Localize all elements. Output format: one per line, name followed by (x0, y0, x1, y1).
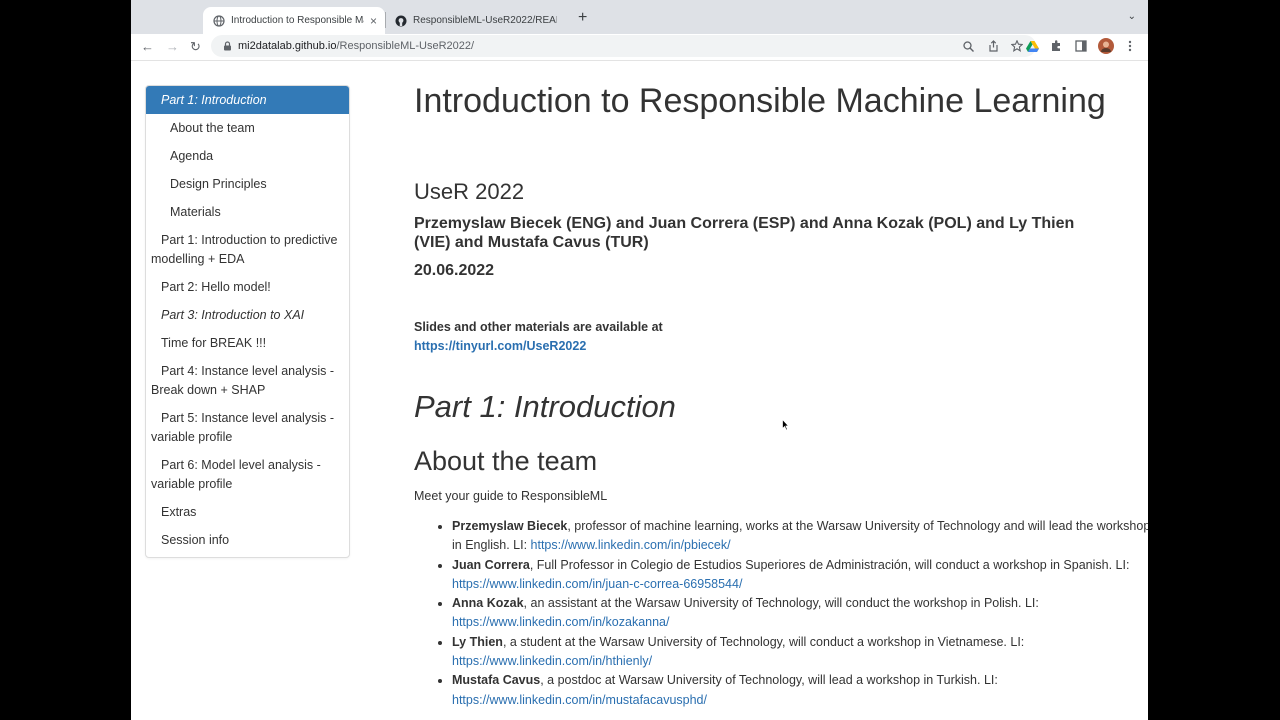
linkedin-link[interactable]: https://www.linkedin.com/in/hthienly/ (452, 654, 652, 668)
team-list: Przemyslaw Biecek, professor of machine … (414, 517, 1148, 710)
mouse-cursor-icon (782, 419, 789, 431)
github-icon (395, 15, 407, 26)
menu-icon[interactable] (1128, 40, 1132, 52)
page: Part 1: Introduction About the team Agen… (131, 61, 1148, 720)
toc-item[interactable]: Agenda (146, 142, 349, 170)
slides-link[interactable]: https://tinyurl.com/UseR2022 (414, 339, 586, 353)
url-path: /ResponsibleML-UseR2022/ (336, 40, 475, 52)
toc-item[interactable]: Design Principles (146, 170, 349, 198)
tab-strip: Introduction to Responsible Machine Lear… (131, 0, 1148, 34)
tab-active[interactable]: Introduction to Responsible Machine Lear… (203, 7, 385, 34)
member-name: Przemyslaw Biecek (452, 519, 568, 533)
url-host: mi2datalab.github.io (238, 40, 337, 52)
new-tab-button[interactable]: + (578, 9, 587, 27)
reload-icon[interactable]: ↻ (190, 38, 201, 56)
forward-icon[interactable]: → (166, 38, 179, 56)
extensions-icon[interactable] (1050, 40, 1062, 52)
list-item: Anna Kozak, an assistant at the Warsaw U… (452, 594, 1148, 633)
slides-note: Slides and other materials are available… (414, 318, 663, 356)
list-item: Przemyslaw Biecek, professor of machine … (452, 517, 1148, 556)
member-desc: , an assistant at the Warsaw University … (523, 596, 1039, 611)
member-desc: , a student at the Warsaw University of … (502, 634, 1025, 649)
toc-item[interactable]: Materials (146, 198, 349, 226)
star-icon[interactable] (1011, 40, 1023, 52)
table-of-contents: Part 1: Introduction About the team Agen… (145, 85, 350, 558)
toc-item[interactable]: Part 6: Model level analysis - variable … (146, 451, 349, 498)
tab-title: ResponsibleML-UseR2022/README.md (413, 15, 557, 26)
list-item: Mustafa Cavus, a postdoc at Warsaw Unive… (452, 671, 1148, 710)
member-name: Ly Thien (452, 634, 503, 649)
member-desc: , Full Professor in Colegio de Estudios … (529, 557, 1130, 572)
date: 20.06.2022 (414, 262, 495, 279)
toc-item[interactable]: Session info (146, 526, 349, 554)
tab-title: Introduction to Responsible Machine Lear… (231, 15, 364, 26)
close-icon[interactable]: × (370, 14, 377, 28)
list-item: Ly Thien, a student at the Warsaw Univer… (452, 633, 1148, 672)
back-icon[interactable]: ← (141, 38, 154, 56)
toc-item[interactable]: Part 1: Introduction (146, 86, 349, 114)
member-name: Mustafa Cavus (452, 673, 541, 688)
page-title: Introduction to Responsible Machine Lear… (414, 82, 1106, 120)
lock-icon (224, 41, 231, 51)
share-icon[interactable] (988, 40, 999, 52)
list-item: Juan Correra, Full Professor in Colegio … (452, 556, 1148, 595)
member-name: Anna Kozak (452, 596, 524, 611)
slides-text: Slides and other materials are available… (414, 320, 663, 334)
toc-item[interactable]: About the team (146, 114, 349, 142)
chevron-down-icon[interactable]: ⌄ (1128, 11, 1136, 22)
address-bar[interactable]: mi2datalab.github.io/ResponsibleML-UseR2… (211, 35, 1036, 57)
toc-item[interactable]: Part 5: Instance level analysis - variab… (146, 404, 349, 451)
subtitle: UseR 2022 (414, 179, 525, 204)
member-desc: , a postdoc at Warsaw University of Tech… (540, 673, 998, 688)
intro-text: Meet your guide to ResponsibleML (414, 489, 608, 503)
linkedin-link[interactable]: https://www.linkedin.com/in/kozakanna/ (452, 615, 669, 629)
toolbar: ← → ↻ mi2datalab.github.io/ResponsibleML… (131, 34, 1148, 61)
zoom-icon[interactable] (963, 41, 974, 52)
tab-github[interactable]: ResponsibleML-UseR2022/README.md (385, 7, 565, 34)
avatar[interactable] (1098, 38, 1114, 54)
linkedin-link[interactable]: https://www.linkedin.com/in/pbiecek/ (531, 538, 731, 552)
section-heading: About the team (414, 446, 598, 476)
toc-item[interactable]: Part 3: Introduction to XAI (146, 301, 349, 329)
google-drive-icon[interactable] (1026, 41, 1039, 52)
toc-item[interactable]: Time for BREAK !!! (146, 329, 349, 357)
side-panel-icon[interactable] (1075, 40, 1087, 52)
toc-item[interactable]: Extras (146, 498, 349, 526)
member-name: Juan Correra (452, 557, 530, 572)
linkedin-link[interactable]: https://www.linkedin.com/in/mustafacavus… (452, 693, 707, 707)
toc-item[interactable]: Part 1: Introduction to predictive model… (146, 226, 349, 273)
browser-window: Introduction to Responsible Machine Lear… (131, 0, 1148, 720)
section-heading: Part 1: Introduction (414, 389, 676, 424)
toc-item[interactable]: Part 4: Instance level analysis - Break … (146, 357, 349, 404)
linkedin-link[interactable]: https://www.linkedin.com/in/juan-c-corre… (452, 577, 742, 591)
toc-item[interactable]: Part 2: Hello model! (146, 273, 349, 301)
authors: Przemyslaw Biecek (ENG) and Juan Correra… (414, 215, 1075, 251)
globe-icon (213, 14, 225, 27)
